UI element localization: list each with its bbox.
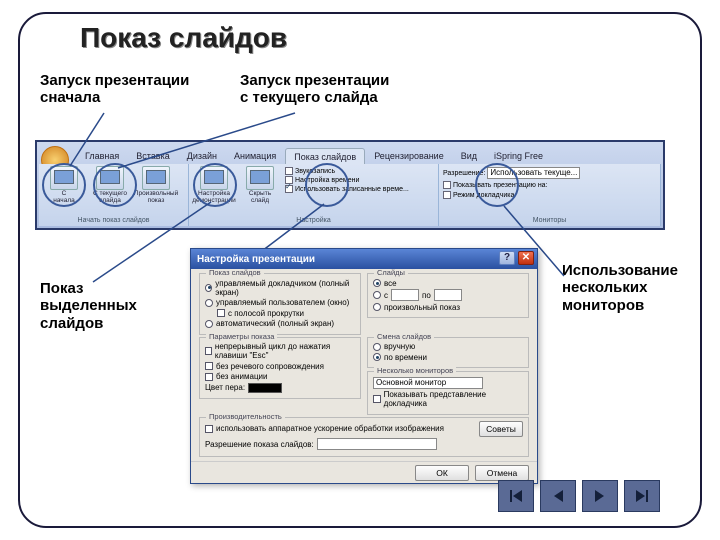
checkbox-icon: [285, 167, 293, 175]
tab-home[interactable]: Главная: [77, 148, 127, 165]
radio-all-slides[interactable]: все: [373, 279, 523, 288]
checkbox-icon: [205, 425, 213, 433]
fieldset-showtype: Показ слайдов управляемый докладчиком (п…: [199, 273, 361, 335]
check-no-animation[interactable]: без анимации: [205, 372, 355, 381]
checkbox-icon: [205, 347, 212, 355]
fieldset-monitors: Несколько мониторов Основной монитор Пок…: [367, 371, 529, 415]
fieldset-options: Параметры показа непрерывный цикл до наж…: [199, 337, 361, 400]
color-picker[interactable]: [248, 383, 282, 393]
opt-record-sound[interactable]: Звукозапись: [285, 167, 434, 175]
opt-presenter-view[interactable]: Режим докладчика: [443, 191, 656, 199]
tab-slideshow[interactable]: Показ слайдов: [285, 148, 365, 165]
close-button[interactable]: ✕: [518, 251, 534, 265]
radio-range-slides[interactable]: спо: [373, 289, 523, 301]
group-start: С начала С текущего слайда Произвольный …: [39, 164, 189, 226]
resolution-dropdown[interactable]: Использовать текуще...: [487, 167, 580, 179]
btn-hide-slide[interactable]: Скрыть слайд: [239, 166, 281, 204]
radio-manual[interactable]: вручную: [373, 342, 523, 351]
btn-custom-show[interactable]: Произвольный показ: [135, 166, 177, 204]
anno-monitors: Использование нескольких мониторов: [562, 262, 678, 314]
radio-icon: [205, 284, 212, 292]
nav-next[interactable]: [582, 480, 618, 512]
presentation-icon: [142, 166, 170, 190]
radio-icon: [373, 291, 381, 299]
tab-review[interactable]: Рецензирование: [366, 148, 452, 165]
checkbox-icon: [443, 191, 451, 199]
checkbox-icon: [373, 395, 381, 403]
monitor-dropdown[interactable]: Основной монитор: [373, 377, 483, 389]
ribbon-tabs: Главная Вставка Дизайн Анимация Показ сл…: [77, 148, 551, 165]
ribbon-body: С начала С текущего слайда Произвольный …: [39, 164, 661, 226]
perf-res-dropdown[interactable]: [317, 438, 437, 450]
gear-icon: [200, 166, 228, 190]
nav-buttons: [498, 480, 660, 512]
radio-custom-slides[interactable]: произвольный показ: [373, 303, 523, 312]
page-title: Показ слайдов: [80, 22, 287, 54]
dialog-title-bar[interactable]: Настройка презентации ? ✕: [191, 249, 537, 269]
tab-animation[interactable]: Анимация: [226, 148, 284, 165]
checkbox-icon: [217, 309, 225, 317]
from-spinner[interactable]: [391, 289, 419, 301]
nav-last[interactable]: [624, 480, 660, 512]
ribbon: Главная Вставка Дизайн Анимация Показ сл…: [35, 140, 665, 230]
fieldset-advance: Смена слайдов вручную по времени: [367, 337, 529, 369]
radio-icon: [373, 303, 381, 311]
fieldset-slides: Слайды все спо произвольный показ: [367, 273, 529, 318]
radio-icon: [205, 299, 213, 307]
check-loop[interactable]: непрерывный цикл до нажатия клавиши "Esc…: [205, 342, 355, 360]
check-scrollbar[interactable]: с полосой прокрутки: [217, 309, 355, 318]
opt-show-on[interactable]: Показывать презентацию на:: [443, 181, 656, 189]
opt-use-timings[interactable]: Использовать записанные време...: [285, 185, 434, 193]
help-button[interactable]: ?: [499, 251, 515, 265]
nav-first[interactable]: [498, 480, 534, 512]
opt-rehearse[interactable]: Настройка времени: [285, 176, 434, 184]
presentation-icon: [50, 166, 78, 190]
tab-insert[interactable]: Вставка: [128, 148, 177, 165]
anno-start-beginning: Запуск презентации сначала: [40, 72, 189, 107]
btn-setup-show[interactable]: Настройка демонстрации: [193, 166, 235, 204]
radio-speaker[interactable]: управляемый докладчиком (полный экран): [205, 279, 355, 297]
checkbox-icon: [205, 362, 213, 370]
radio-kiosk[interactable]: автоматический (полный экран): [205, 319, 355, 328]
pen-color[interactable]: Цвет пера:: [205, 383, 355, 393]
checkbox-icon: [443, 181, 451, 189]
anno-custom-show: Показ выделенных слайдов: [40, 280, 137, 332]
btn-from-beginning[interactable]: С начала: [43, 166, 85, 204]
radio-icon: [373, 353, 381, 361]
tab-ispring[interactable]: iSpring Free: [486, 148, 551, 165]
hide-icon: [246, 166, 274, 190]
group-setup: Настройка демонстрации Скрыть слайд Звук…: [189, 164, 439, 226]
fieldset-performance: Производительность использовать аппаратн…: [199, 417, 529, 457]
radio-timings[interactable]: по времени: [373, 353, 523, 362]
ok-button[interactable]: ОК: [415, 465, 469, 481]
nav-prev[interactable]: [540, 480, 576, 512]
anno-start-current: Запуск презентации с текущего слайда: [240, 72, 389, 107]
setup-dialog: Настройка презентации ? ✕ Показ слайдов …: [190, 248, 538, 484]
check-no-narration[interactable]: без речевого сопровождения: [205, 362, 355, 371]
group-monitors: Разрешение:Использовать текуще... Показы…: [439, 164, 661, 226]
check-presenter-view[interactable]: Показывать представление докладчика: [373, 390, 523, 408]
cancel-button[interactable]: Отмена: [475, 465, 529, 481]
check-hw-accel[interactable]: использовать аппаратное ускорение обрабо…: [205, 424, 444, 433]
radio-window[interactable]: управляемый пользователем (окно): [205, 298, 355, 307]
checkbox-icon: [205, 373, 213, 381]
btn-from-current[interactable]: С текущего слайда: [89, 166, 131, 204]
radio-icon: [205, 320, 213, 328]
radio-icon: [373, 343, 381, 351]
tab-view[interactable]: Вид: [453, 148, 485, 165]
tips-button[interactable]: Советы: [479, 421, 523, 437]
opt-resolution[interactable]: Разрешение:Использовать текуще...: [443, 167, 656, 179]
dialog-footer: ОК Отмена: [191, 461, 537, 483]
checkbox-icon: [285, 185, 293, 193]
to-spinner[interactable]: [434, 289, 462, 301]
radio-icon: [373, 279, 381, 287]
tab-design[interactable]: Дизайн: [179, 148, 225, 165]
presentation-icon: [96, 166, 124, 190]
perf-resolution[interactable]: Разрешение показа слайдов:: [205, 438, 523, 450]
